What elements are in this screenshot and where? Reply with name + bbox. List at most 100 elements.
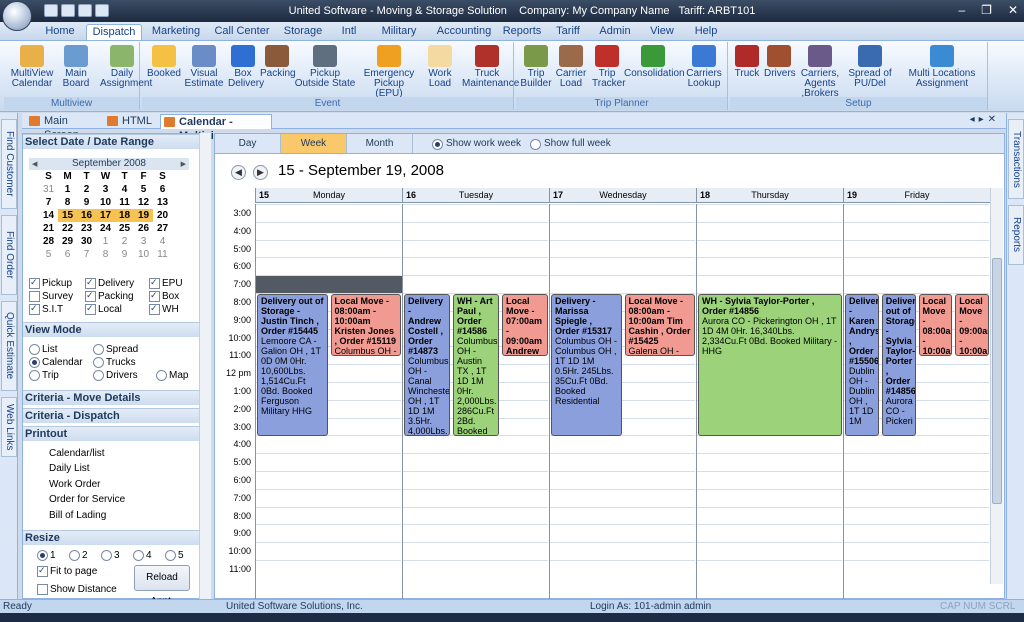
printout-work-order[interactable]: Work Order xyxy=(49,479,101,490)
appointment-blue[interactable]: Delivery out of Storage - Sylvia Taylor-… xyxy=(881,294,916,437)
mini-calendar-day[interactable]: 15 xyxy=(58,209,77,222)
filter-local-checkbox[interactable]: Local xyxy=(85,303,122,315)
main-board-button[interactable]: Main Board xyxy=(56,45,96,89)
carriers-agents-brokers-button[interactable]: Carriers, Agents ,Brokers xyxy=(796,45,844,99)
appointment-red[interactable]: Local Move - 08:00am - 10:00a xyxy=(918,294,953,357)
printout-order-for-service[interactable]: Order for Service xyxy=(49,494,125,505)
time-slot[interactable] xyxy=(256,453,401,471)
mini-calendar-day[interactable]: 11 xyxy=(115,196,134,209)
day-header-wednesday[interactable]: Wednesday 17 xyxy=(549,188,696,203)
resize-option-3[interactable]: 3 xyxy=(101,550,120,561)
resize-option-4[interactable]: 4 xyxy=(133,550,152,561)
time-slot[interactable] xyxy=(256,257,401,275)
time-slot[interactable] xyxy=(256,488,401,507)
time-slot[interactable] xyxy=(403,471,548,489)
filter-delivery-checkbox[interactable]: Delivery xyxy=(85,277,134,289)
time-slot[interactable] xyxy=(844,524,989,542)
time-slot[interactable] xyxy=(403,524,548,542)
appointment-blue[interactable]: Delivery - Karen Andrysick , Order #1550… xyxy=(845,294,879,437)
reload-appointments-button[interactable]: Reload Appt. xyxy=(134,565,190,607)
next-week-icon[interactable]: ▶ xyxy=(253,165,268,180)
mini-calendar-day[interactable]: 11 xyxy=(153,248,172,261)
ribbon-tab-accounting[interactable]: Accounting xyxy=(436,24,492,40)
quick-estimate-tab[interactable]: Quick Estimate xyxy=(1,301,17,391)
time-slot[interactable] xyxy=(403,488,548,507)
printout-calendar-list[interactable]: Calendar/list xyxy=(49,448,105,459)
truck-maintenance-button[interactable]: Truck Maintenance xyxy=(462,45,519,89)
mini-calendar-day[interactable]: 12 xyxy=(134,196,153,209)
mini-calendar-day[interactable]: 6 xyxy=(58,248,77,261)
time-slot[interactable] xyxy=(697,204,842,222)
time-slot[interactable] xyxy=(697,560,842,578)
doc-tab-controls[interactable]: ◂▸✕ xyxy=(970,114,1000,125)
time-slot[interactable] xyxy=(697,524,842,542)
view-mode-drivers-radio[interactable]: Drivers xyxy=(93,370,138,381)
view-mode-header[interactable]: View Mode xyxy=(23,322,210,337)
close-button[interactable]: ✕ xyxy=(1008,3,1018,17)
mini-calendar-day[interactable]: 4 xyxy=(115,183,134,196)
mini-calendar-day[interactable]: 8 xyxy=(58,196,77,209)
time-slot[interactable] xyxy=(550,542,695,560)
day-header-monday[interactable]: Monday 15 xyxy=(255,188,402,203)
mini-calendar-day[interactable]: 3 xyxy=(134,235,153,248)
time-slot[interactable] xyxy=(256,506,401,525)
time-slot[interactable] xyxy=(403,204,548,222)
emergency-pickup-epu-button[interactable]: Emergency Pickup (EPU) xyxy=(360,45,418,99)
time-slot[interactable] xyxy=(697,275,842,293)
mini-calendar-day[interactable]: 9 xyxy=(77,196,96,209)
find-order-tab[interactable]: Find Order xyxy=(1,215,17,295)
time-slot[interactable] xyxy=(550,488,695,507)
find-customer-tab[interactable]: Find Customer xyxy=(1,119,17,209)
time-slot[interactable] xyxy=(844,488,989,507)
visual-estimate-button[interactable]: Visual Estimate xyxy=(184,45,224,89)
time-slot[interactable] xyxy=(844,275,989,293)
mini-calendar-day[interactable]: 30 xyxy=(77,235,96,248)
work-load-button[interactable]: Work Load xyxy=(422,45,458,89)
minimize-button[interactable]: – xyxy=(958,3,965,17)
time-slot[interactable] xyxy=(403,453,548,471)
application-menu-orb[interactable] xyxy=(2,1,32,31)
mini-calendar-day[interactable]: 29 xyxy=(58,235,77,248)
mini-calendar-day[interactable]: 18 xyxy=(115,209,134,222)
time-slot[interactable] xyxy=(256,204,401,222)
resize-header[interactable]: Resize xyxy=(23,530,210,545)
web-links-tab[interactable]: Web Links xyxy=(1,397,17,457)
time-slot[interactable] xyxy=(844,506,989,525)
ribbon-tab-storage[interactable]: Storage xyxy=(278,24,328,40)
filter-box-checkbox[interactable]: Box xyxy=(149,290,179,302)
time-slot[interactable] xyxy=(844,435,989,453)
appointment-red[interactable]: Local Move - 09:00am - 10:00a xyxy=(955,294,989,357)
mini-calendar-day[interactable]: 26 xyxy=(134,222,153,235)
ribbon-tab-home[interactable]: Home xyxy=(38,24,82,40)
view-mode-list-radio[interactable]: List xyxy=(29,344,58,355)
drivers-button[interactable]: Drivers xyxy=(764,45,796,79)
calendar-scrollbar[interactable] xyxy=(990,188,1003,584)
time-slot[interactable] xyxy=(256,239,401,258)
mini-calendar-day[interactable]: 25 xyxy=(115,222,134,235)
packing-button[interactable]: Packing xyxy=(260,45,296,79)
doc-tab-html[interactable]: HTML xyxy=(104,114,154,129)
reports-tab[interactable]: Reports xyxy=(1008,205,1024,265)
filter-epu-checkbox[interactable]: EPU xyxy=(149,277,183,289)
criteria-dispatch-header[interactable]: Criteria - Dispatch xyxy=(23,408,210,423)
time-slot[interactable] xyxy=(256,471,401,489)
week-view-button[interactable]: Week xyxy=(281,134,347,153)
printout-daily-list[interactable]: Daily List xyxy=(49,463,90,474)
mini-calendar-day[interactable]: 13 xyxy=(153,196,172,209)
time-slot[interactable] xyxy=(844,221,989,240)
view-mode-spread-radio[interactable]: Spread xyxy=(93,344,138,355)
mini-calendar-day[interactable]: 24 xyxy=(96,222,115,235)
time-slot[interactable] xyxy=(697,239,842,258)
time-slot[interactable] xyxy=(844,257,989,275)
ribbon-tab-military[interactable]: Military xyxy=(370,24,428,40)
time-slot[interactable] xyxy=(844,560,989,578)
time-slot[interactable] xyxy=(697,488,842,507)
time-slot[interactable] xyxy=(550,524,695,542)
scrollbar-thumb[interactable] xyxy=(992,258,1002,504)
ribbon-tab-tariff[interactable]: Tariff xyxy=(550,24,586,40)
mini-calendar-day[interactable]: 10 xyxy=(96,196,115,209)
ribbon-tab-help[interactable]: Help xyxy=(686,24,726,40)
truck-button[interactable]: Truck xyxy=(732,45,762,79)
time-slot[interactable] xyxy=(844,204,989,222)
time-slot[interactable] xyxy=(403,506,548,525)
